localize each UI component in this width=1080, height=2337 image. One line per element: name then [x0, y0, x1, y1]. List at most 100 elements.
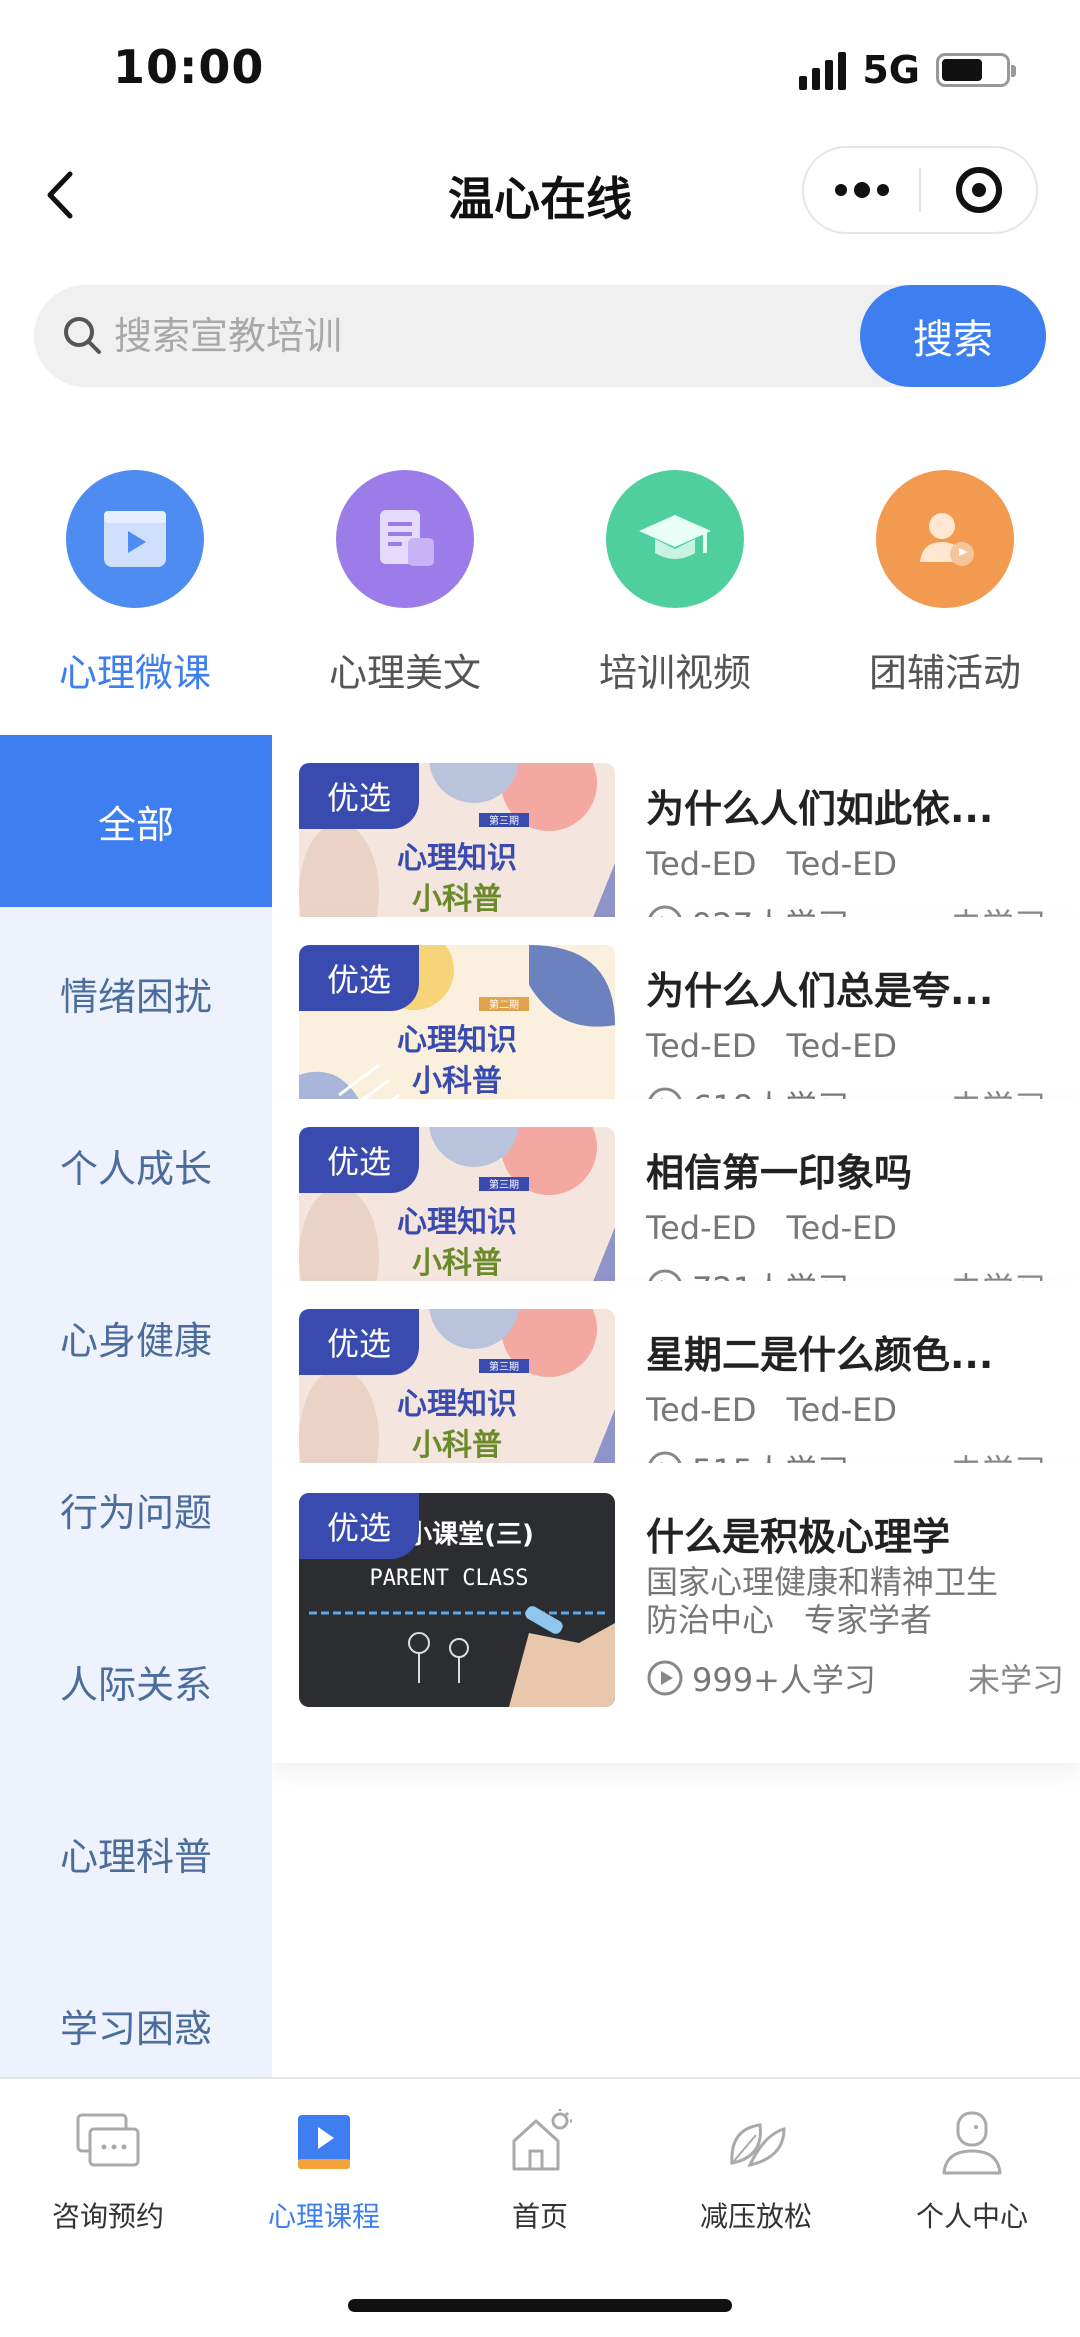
thumb-title: 心理知识 [397, 1023, 517, 1058]
tab-label: 心理课程 [267, 2200, 380, 2233]
play-video-icon [66, 470, 204, 608]
course-authors: Ted-ED Ted-ED [646, 1027, 897, 1065]
category-label: 培训视频 [598, 651, 751, 695]
course-authors: 国家心理健康和精神卫生 防治中心 专家学者 [646, 1563, 998, 1639]
author: Ted-ED [786, 1209, 898, 1247]
course-list: 第三期 心理知识 小科普 优选 为什么人们如此依... Ted-ED Ted-ED… [272, 735, 1080, 2077]
leaf-icon [730, 2123, 786, 2168]
featured-badge: 优选 [299, 763, 419, 829]
chat-bubbles-icon [76, 2113, 140, 2167]
course-title: 为什么人们总是夸... [646, 969, 994, 1013]
thumb-subtitle: PARENT CLASS [370, 1566, 529, 1591]
featured-badge: 优选 [299, 1309, 419, 1375]
author: Ted-ED [646, 845, 757, 883]
search-bar: 搜索 [34, 285, 1046, 387]
tab-label: 咨询预约 [51, 2200, 164, 2233]
miniprogram-capsule [802, 146, 1038, 234]
sidebar-item-emotion[interactable]: 情绪困扰 [0, 907, 272, 1079]
search-button[interactable]: 搜索 [860, 285, 1046, 387]
graduation-cap-icon [606, 470, 744, 608]
course-title: 相信第一印象吗 [646, 1151, 913, 1195]
thumb-issue: 第二期 [489, 998, 519, 1011]
sidebar-item-all[interactable]: 全部 [0, 735, 272, 907]
thumb-issue: 第三期 [489, 1360, 519, 1373]
tab-label: 首页 [511, 2200, 568, 2233]
course-authors: Ted-ED Ted-ED [646, 845, 897, 883]
signal-icon [799, 50, 847, 90]
sidebar-item-science[interactable]: 心理科普 [0, 1767, 272, 1939]
sidebar-item-health[interactable]: 心身健康 [0, 1251, 272, 1423]
nav-bar: 温心在线 [0, 140, 1080, 250]
search-input[interactable] [114, 285, 874, 387]
author: Ted-ED [786, 845, 898, 883]
sidebar-item-relationship[interactable]: 人际关系 [0, 1595, 272, 1767]
featured-badge: 优选 [299, 945, 419, 1011]
category-articles[interactable]: 心理美文 [285, 470, 525, 697]
status-indicators: 5G [799, 48, 1016, 92]
sidebar-item-behavior[interactable]: 行为问题 [0, 1423, 272, 1595]
category-label: 心理美文 [328, 651, 481, 695]
study-status: 未学习 [967, 1661, 1064, 1699]
category-training-video[interactable]: 培训视频 [555, 470, 795, 697]
course-title: 什么是积极心理学 [646, 1515, 951, 1559]
status-time: 10:00 [113, 40, 265, 94]
category-row: 心理微课 心理美文 培训视频 团辅活动 [0, 470, 1080, 700]
tab-label: 减压放松 [699, 2200, 812, 2233]
close-miniprogram-button[interactable] [921, 148, 1036, 232]
thumb-issue: 第三期 [489, 1178, 519, 1191]
target-icon [955, 167, 1002, 213]
tab-relax[interactable]: 减压放松 [648, 2107, 864, 2235]
document-icon [336, 470, 474, 608]
home-indicator[interactable] [348, 2299, 732, 2312]
tab-courses[interactable]: 心理课程 [216, 2107, 432, 2235]
sidebar-item-growth[interactable]: 个人成长 [0, 1079, 272, 1251]
category-label: 团辅活动 [868, 651, 1021, 695]
author: 专家学者 [804, 1601, 933, 1639]
user-icon [942, 2111, 1002, 2175]
course-meta: 999+人学习 未学习 [646, 1655, 1064, 1701]
course-authors: Ted-ED Ted-ED [646, 1391, 897, 1429]
author: 国家心理健康和精神卫生 [646, 1563, 999, 1601]
course-play-icon [298, 2115, 350, 2169]
author: 防治中心 [646, 1601, 775, 1639]
group-user-icon [876, 470, 1014, 608]
thumb-subtitle: 小科普 [412, 1428, 502, 1463]
author: Ted-ED [646, 1027, 757, 1065]
tab-label: 个人中心 [915, 2200, 1028, 2233]
learner-count: 999+人学习 [692, 1661, 876, 1699]
author: Ted-ED [646, 1209, 757, 1247]
category-group-activity[interactable]: 团辅活动 [825, 470, 1065, 697]
author: Ted-ED [786, 1027, 898, 1065]
course-title: 星期二是什么颜色... [646, 1333, 994, 1377]
tab-profile[interactable]: 个人中心 [864, 2107, 1080, 2235]
battery-icon [936, 53, 1016, 87]
search-icon [64, 317, 101, 354]
thumb-title: 心理知识 [397, 1205, 517, 1240]
sidebar-item-study[interactable]: 学习困惑 [0, 1939, 272, 2077]
category-sidebar: 全部 情绪困扰 个人成长 心身健康 行为问题 人际关系 心理科普 学习困惑 [0, 735, 272, 2077]
category-micro-course[interactable]: 心理微课 [15, 470, 255, 697]
thumb-subtitle: 小科普 [412, 1246, 502, 1281]
bottom-tab-bar: 咨询预约 心理课程 首页 减压放松 个人中心 [0, 2077, 1080, 2337]
course-authors: Ted-ED Ted-ED [646, 1209, 897, 1247]
featured-badge: 优选 [299, 1127, 419, 1193]
course-card[interactable]: 长小课堂(三) PARENT CLASS 优选 什么是积极心理学 国家心理健康和… [272, 1463, 1080, 1763]
network-type: 5G [862, 48, 920, 92]
home-sun-icon [512, 2109, 572, 2171]
thumb-subtitle: 小科普 [412, 1064, 502, 1099]
featured-badge: 优选 [299, 1493, 419, 1559]
thumb-title: 心理知识 [397, 841, 517, 876]
status-bar: 10:00 5G [0, 0, 1080, 140]
more-button[interactable] [804, 148, 919, 232]
course-thumbnail: 长小课堂(三) PARENT CLASS 优选 [299, 1493, 615, 1707]
course-title: 为什么人们如此依... [646, 787, 994, 831]
category-label: 心理微课 [58, 651, 211, 695]
tab-consult[interactable]: 咨询预约 [0, 2107, 216, 2235]
more-dots-icon [834, 182, 889, 198]
play-circle-icon [647, 1660, 683, 1696]
author: Ted-ED [786, 1391, 898, 1429]
tab-home[interactable]: 首页 [432, 2107, 648, 2235]
author: Ted-ED [646, 1391, 757, 1429]
thumb-issue: 第三期 [489, 814, 519, 827]
thumb-title: 心理知识 [397, 1387, 517, 1422]
